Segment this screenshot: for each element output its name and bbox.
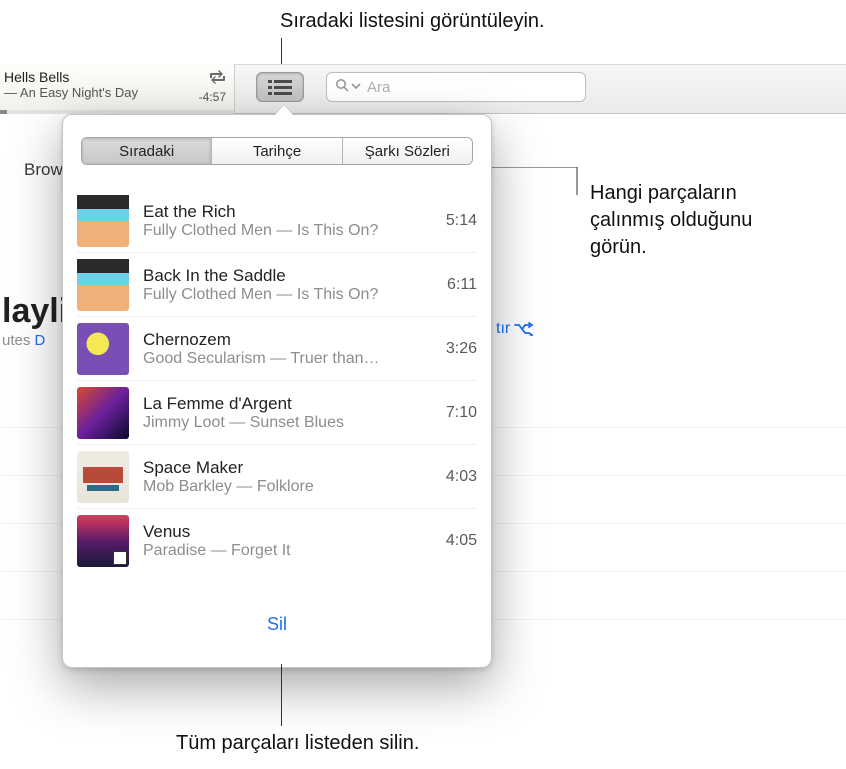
now-playing-display[interactable]: Hells Bells — An Easy Night's Day -4:57	[0, 64, 235, 114]
track-row[interactable]: Eat the Rich Fully Clothed Men — Is This…	[77, 189, 477, 253]
track-subtitle: Fully Clothed Men — Is This On?	[143, 222, 432, 240]
tab-up-next[interactable]: Sıradaki	[82, 138, 212, 164]
album-art	[77, 195, 129, 247]
shuffle-label-fragment: tır	[496, 320, 510, 338]
track-meta: Venus Paradise — Forget It	[143, 522, 432, 560]
annotation-bottom-leader	[281, 664, 282, 726]
track-subtitle: Good Secularism — Truer than…	[143, 350, 432, 368]
track-row[interactable]: Back In the Saddle Fully Clothed Men — I…	[77, 253, 477, 317]
track-meta: La Femme d'Argent Jimmy Loot — Sunset Bl…	[143, 394, 432, 432]
track-title: La Femme d'Argent	[143, 394, 432, 414]
annotation-top: Sıradaki listesini görüntüleyin.	[280, 10, 545, 33]
shuffle-link[interactable]: tır	[496, 320, 534, 338]
bg-meta-text: utes	[2, 332, 30, 349]
annotation-right-l2: çalınmış olduğunu	[590, 207, 752, 234]
search-input[interactable]	[367, 79, 577, 96]
tab-history[interactable]: Tarihçe	[212, 138, 342, 164]
progress-fill	[0, 110, 7, 114]
bg-browse-fragment: Brow	[24, 160, 63, 180]
track-title: Chernozem	[143, 330, 432, 350]
now-playing-title: Hells Bells	[4, 69, 224, 85]
track-title: Space Maker	[143, 458, 432, 478]
track-meta: Chernozem Good Secularism — Truer than…	[143, 330, 432, 368]
album-art	[77, 451, 129, 503]
search-field[interactable]	[326, 72, 586, 102]
track-duration: 7:10	[446, 404, 477, 422]
time-remaining: -4:57	[199, 90, 226, 104]
track-subtitle: Fully Clothed Men — Is This On?	[143, 286, 433, 304]
search-icon	[335, 78, 349, 97]
bg-meta-line: utes D	[2, 332, 45, 349]
track-title: Back In the Saddle	[143, 266, 433, 286]
popover-arrow	[273, 104, 295, 116]
annotation-right-l1: Hangi parçaların	[590, 180, 752, 207]
repeat-icon[interactable]	[208, 70, 226, 87]
popover-tabs: Sıradaki Tarihçe Şarkı Sözleri	[81, 137, 473, 165]
album-art	[77, 259, 129, 311]
up-next-popover: Sıradaki Tarihçe Şarkı Sözleri Eat the R…	[62, 114, 492, 668]
track-duration: 4:05	[446, 532, 477, 550]
track-duration: 5:14	[446, 212, 477, 230]
album-art	[77, 387, 129, 439]
track-subtitle: Jimmy Loot — Sunset Blues	[143, 414, 432, 432]
clear-button[interactable]: Sil	[63, 614, 491, 635]
annotation-right: Hangi parçaların çalınmış olduğunu görün…	[590, 180, 752, 261]
list-icon	[268, 78, 292, 96]
annotation-right-l3: görün.	[590, 234, 752, 261]
shuffle-icon	[514, 322, 534, 336]
track-row[interactable]: La Femme d'Argent Jimmy Loot — Sunset Bl…	[77, 381, 477, 445]
album-art	[77, 515, 129, 567]
track-subtitle: Mob Barkley — Folklore	[143, 478, 432, 496]
now-playing-album: — An Easy Night's Day	[4, 85, 224, 100]
annotation-bottom: Tüm parçaları listeden silin.	[176, 732, 419, 755]
track-meta: Eat the Rich Fully Clothed Men — Is This…	[143, 202, 432, 240]
up-next-button[interactable]	[256, 72, 304, 102]
track-meta: Back In the Saddle Fully Clothed Men — I…	[143, 266, 433, 304]
album-art	[77, 323, 129, 375]
track-row[interactable]: Space Maker Mob Barkley — Folklore 4:03	[77, 445, 477, 509]
track-title: Venus	[143, 522, 432, 542]
track-duration: 6:11	[447, 276, 477, 294]
track-row[interactable]: Chernozem Good Secularism — Truer than… …	[77, 317, 477, 381]
bg-download-fragment: D	[35, 332, 46, 349]
track-subtitle: Paradise — Forget It	[143, 542, 432, 560]
tab-lyrics[interactable]: Şarkı Sözleri	[343, 138, 472, 164]
track-duration: 3:26	[446, 340, 477, 358]
chevron-down-icon[interactable]	[351, 78, 361, 96]
track-meta: Space Maker Mob Barkley — Folklore	[143, 458, 432, 496]
track-row[interactable]: Venus Paradise — Forget It 4:05	[77, 509, 477, 573]
bg-playlist-heading: layli	[2, 292, 68, 331]
track-duration: 4:03	[446, 468, 477, 486]
track-list: Eat the Rich Fully Clothed Men — Is This…	[77, 189, 477, 597]
track-title: Eat the Rich	[143, 202, 432, 222]
